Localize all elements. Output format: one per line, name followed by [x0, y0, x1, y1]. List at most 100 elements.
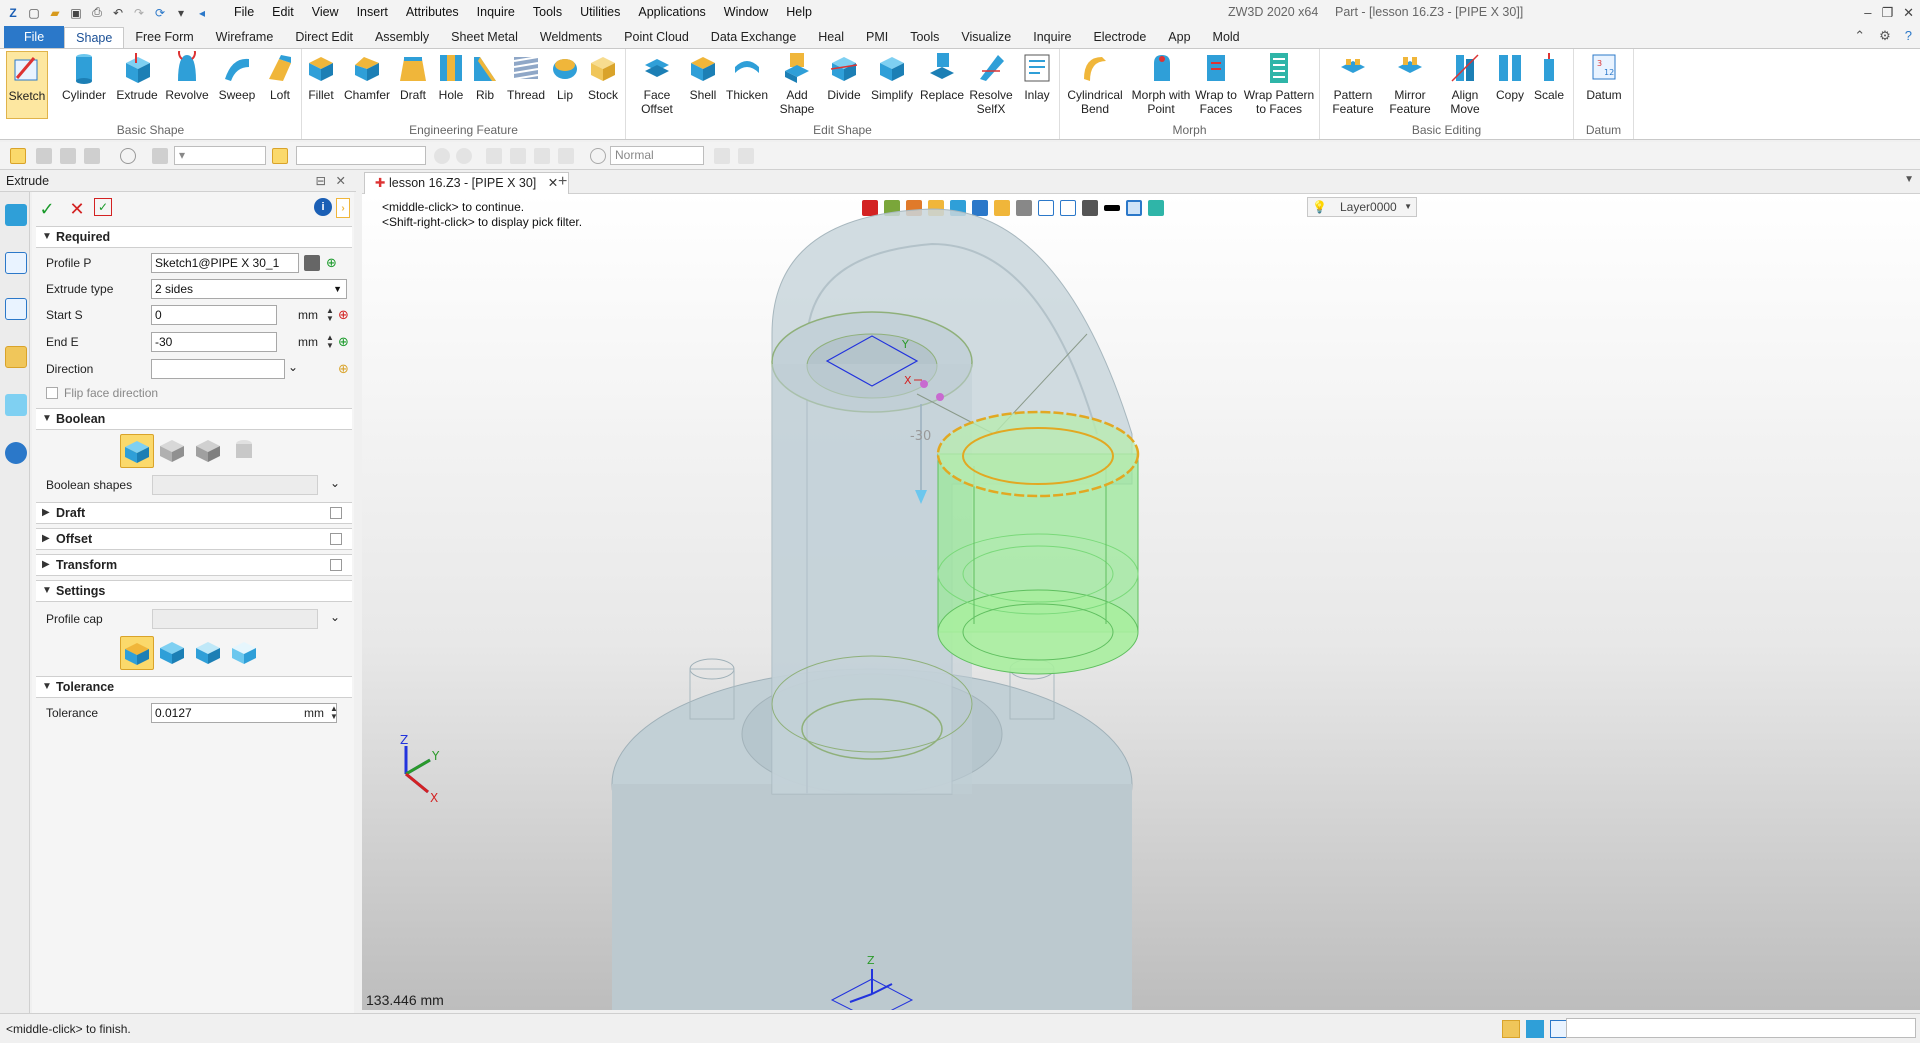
- resolve-selfx-button[interactable]: Resolve SelfX: [968, 51, 1014, 116]
- pattern-feature-button[interactable]: Pattern Feature: [1326, 51, 1380, 116]
- dropdown-arrow-icon[interactable]: ▾: [172, 4, 190, 22]
- boolean-remove-button[interactable]: [192, 434, 226, 468]
- tab-shape[interactable]: Shape: [64, 27, 125, 48]
- panel-close-icon[interactable]: ✕: [336, 170, 346, 192]
- crosshair-icon[interactable]: [36, 148, 52, 164]
- redo-icon[interactable]: ↷: [130, 4, 148, 22]
- section-settings[interactable]: ▼ Settings: [36, 580, 352, 602]
- section-boolean[interactable]: ▼ Boolean: [36, 408, 352, 430]
- tab-weldments[interactable]: Weldments: [529, 27, 613, 48]
- sweep-button[interactable]: Sweep: [214, 51, 260, 102]
- status-mode-icon[interactable]: [1502, 1020, 1520, 1038]
- save-icon[interactable]: ▣: [67, 4, 85, 22]
- tab-file[interactable]: File: [4, 26, 65, 48]
- info-icon[interactable]: i: [314, 198, 332, 216]
- apply-icon[interactable]: ✓: [94, 198, 112, 216]
- start-spinner-icon[interactable]: ▲ ▼: [326, 307, 334, 323]
- direction-pick-icon[interactable]: ⊕: [338, 361, 354, 377]
- section-transform[interactable]: ▶ Transform: [36, 554, 352, 576]
- close-tab-icon[interactable]: ✕: [548, 176, 558, 190]
- transform-checkbox[interactable]: [330, 559, 342, 571]
- selection-combo[interactable]: [296, 146, 426, 165]
- render-mode-combo[interactable]: Normal: [610, 146, 704, 165]
- app-logo-icon[interactable]: Z: [4, 4, 22, 22]
- loft-button[interactable]: Loft: [262, 51, 298, 102]
- menu-view[interactable]: View: [303, 0, 348, 25]
- section-required[interactable]: ▼ Required: [36, 226, 352, 248]
- 3d-viewport[interactable]: <middle-click> to continue. <Shift-right…: [362, 194, 1920, 1010]
- tab-list-icon[interactable]: ▼: [1904, 174, 1914, 185]
- boolean-add-button[interactable]: [156, 434, 190, 468]
- filter-combo[interactable]: ▾: [174, 146, 266, 165]
- tab-visualize[interactable]: Visualize: [950, 27, 1022, 48]
- end-pick-icon[interactable]: ⊕: [338, 334, 354, 350]
- tab-electrode[interactable]: Electrode: [1082, 27, 1157, 48]
- chart-filter-icon[interactable]: [152, 148, 168, 164]
- thicken-button[interactable]: Thicken: [724, 51, 770, 102]
- add-tab-icon[interactable]: +: [558, 173, 567, 191]
- boolean-intersect-button[interactable]: [228, 434, 262, 468]
- section-draft[interactable]: ▶ Draft: [36, 502, 352, 524]
- restore-icon[interactable]: ❐: [1881, 0, 1893, 25]
- menu-applications[interactable]: Applications: [629, 0, 714, 25]
- shell-button[interactable]: Shell: [686, 51, 720, 102]
- menu-edit[interactable]: Edit: [263, 0, 303, 25]
- pick-point-marker[interactable]: [920, 380, 928, 388]
- profile-green-pick-icon[interactable]: ⊕: [326, 255, 342, 271]
- hole-button[interactable]: Hole: [434, 51, 468, 102]
- collapse-ribbon-icon[interactable]: ⌃: [1854, 28, 1865, 44]
- tab-wireframe[interactable]: Wireframe: [205, 27, 285, 48]
- inlay-button[interactable]: Inlay: [1018, 51, 1056, 102]
- end-input[interactable]: -30: [151, 332, 277, 352]
- new-file-icon[interactable]: ▢: [25, 4, 43, 22]
- tab-mold[interactable]: Mold: [1202, 27, 1251, 48]
- tab-tools[interactable]: Tools: [899, 27, 950, 48]
- extrude-button[interactable]: Extrude: [114, 51, 160, 102]
- start-input[interactable]: 0: [151, 305, 277, 325]
- cancel-x-icon[interactable]: ✕: [66, 198, 88, 220]
- flip-checkbox[interactable]: [46, 387, 58, 399]
- draft-button[interactable]: Draft: [396, 51, 430, 102]
- boolean-base-button[interactable]: [120, 434, 154, 468]
- revolve-button[interactable]: Revolve: [164, 51, 210, 102]
- offset-checkbox[interactable]: [330, 533, 342, 545]
- profile-cap-expand-icon[interactable]: ⌄: [330, 610, 340, 624]
- tolerance-spinner-icon[interactable]: ▲ ▼: [330, 705, 338, 721]
- menu-tools[interactable]: Tools: [524, 0, 571, 25]
- simplify-button[interactable]: Simplify: [868, 51, 916, 102]
- replace-button[interactable]: Replace: [920, 51, 964, 102]
- selection-mode-icon[interactable]: [272, 148, 288, 164]
- tab-heal[interactable]: Heal: [807, 27, 855, 48]
- settings-gear-icon[interactable]: ⚙: [1879, 28, 1891, 44]
- close-icon[interactable]: ✕: [1903, 0, 1914, 25]
- menu-insert[interactable]: Insert: [348, 0, 397, 25]
- back-arrow-icon[interactable]: ◂: [193, 4, 211, 22]
- circle-filter-icon[interactable]: [120, 148, 136, 164]
- pipe-model[interactable]: Y X -30 Z Z Y X: [362, 194, 1920, 1010]
- mirror-feature-button[interactable]: Mirror Feature: [1382, 51, 1438, 116]
- scale-button[interactable]: Scale: [1530, 51, 1568, 102]
- cap-end-button[interactable]: [192, 636, 226, 670]
- line-filter-icon[interactable]: [60, 148, 76, 164]
- direction-input[interactable]: [151, 359, 285, 379]
- document-tab[interactable]: ✚ lesson 16.Z3 - [PIPE X 30] ✕: [364, 172, 570, 194]
- draft-checkbox[interactable]: [330, 507, 342, 519]
- command-input[interactable]: [1566, 1018, 1916, 1038]
- wrap-pattern-to-faces-button[interactable]: Wrap Pattern to Faces: [1242, 51, 1316, 116]
- menu-help[interactable]: Help: [777, 0, 821, 25]
- cap-none-button[interactable]: [228, 636, 262, 670]
- section-tolerance[interactable]: ▼ Tolerance: [36, 676, 352, 698]
- cap-both-button[interactable]: [120, 636, 154, 670]
- profile-picker-icon[interactable]: [304, 255, 320, 271]
- grid-filter-icon[interactable]: [84, 148, 100, 164]
- copy-button[interactable]: Copy: [1492, 51, 1528, 102]
- profile-cap-input[interactable]: [152, 609, 318, 629]
- undo-icon[interactable]: ↶: [109, 4, 127, 22]
- cylindrical-bend-button[interactable]: Cylindrical Bend: [1064, 51, 1126, 116]
- add-shape-button[interactable]: Add Shape: [774, 51, 820, 116]
- help-panel-icon[interactable]: ›: [336, 198, 350, 218]
- wrap-to-faces-button[interactable]: Wrap to Faces: [1194, 51, 1238, 116]
- help-icon[interactable]: ?: [1905, 28, 1912, 44]
- start-pick-icon[interactable]: ⊕: [338, 307, 354, 323]
- menu-attributes[interactable]: Attributes: [397, 0, 468, 25]
